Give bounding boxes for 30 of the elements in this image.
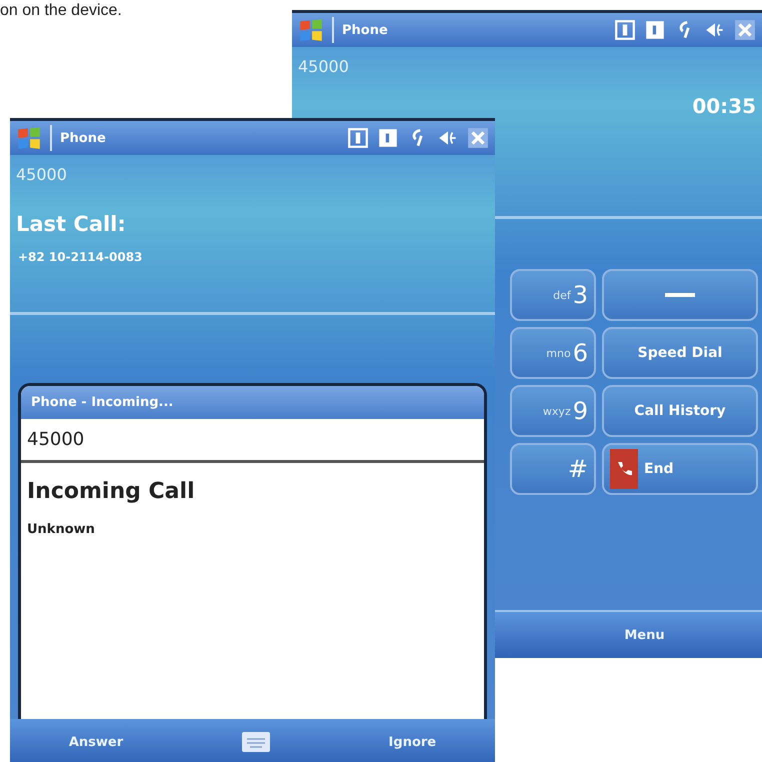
phone-handset-icon xyxy=(610,449,638,489)
last-call-number: +82 10-2114-0083 xyxy=(17,249,144,264)
answer-softkey[interactable]: Answer xyxy=(68,734,124,750)
window-title: Phone xyxy=(342,22,388,38)
end-call-button[interactable]: End xyxy=(602,443,758,495)
windows-logo-icon[interactable] xyxy=(298,17,324,43)
boxed-icon[interactable] xyxy=(377,127,399,149)
incoming-call-heading: Incoming Call xyxy=(26,478,196,504)
close-icon[interactable] xyxy=(734,19,756,41)
call-timer: 00:35 xyxy=(692,94,756,118)
close-icon[interactable] xyxy=(467,127,489,149)
caller-number: 45000 xyxy=(21,419,484,463)
window-title: Phone xyxy=(60,130,106,146)
keypad-key[interactable]: # xyxy=(510,443,596,495)
dash-icon xyxy=(665,291,695,299)
phone-action-button[interactable]: Call History xyxy=(602,385,758,437)
boxed-icon[interactable] xyxy=(644,19,666,41)
phone-number: 45000 xyxy=(15,164,68,184)
windows-logo-icon[interactable] xyxy=(16,125,42,151)
boxed-icon[interactable] xyxy=(614,19,636,41)
boxed-icon[interactable] xyxy=(347,127,369,149)
caller-name: Unknown xyxy=(26,521,96,537)
phone-number: 45000 xyxy=(297,56,350,76)
caption-text: on on the device. xyxy=(0,2,122,20)
last-call-label: Last Call: xyxy=(15,211,127,236)
ignore-softkey[interactable]: Ignore xyxy=(388,734,436,750)
menu-softkey[interactable]: Menu xyxy=(624,628,665,642)
keyboard-icon[interactable] xyxy=(240,731,271,753)
phone-action-button[interactable]: Speed Dial xyxy=(602,327,758,379)
dialog-title: Phone - Incoming... xyxy=(21,386,484,419)
